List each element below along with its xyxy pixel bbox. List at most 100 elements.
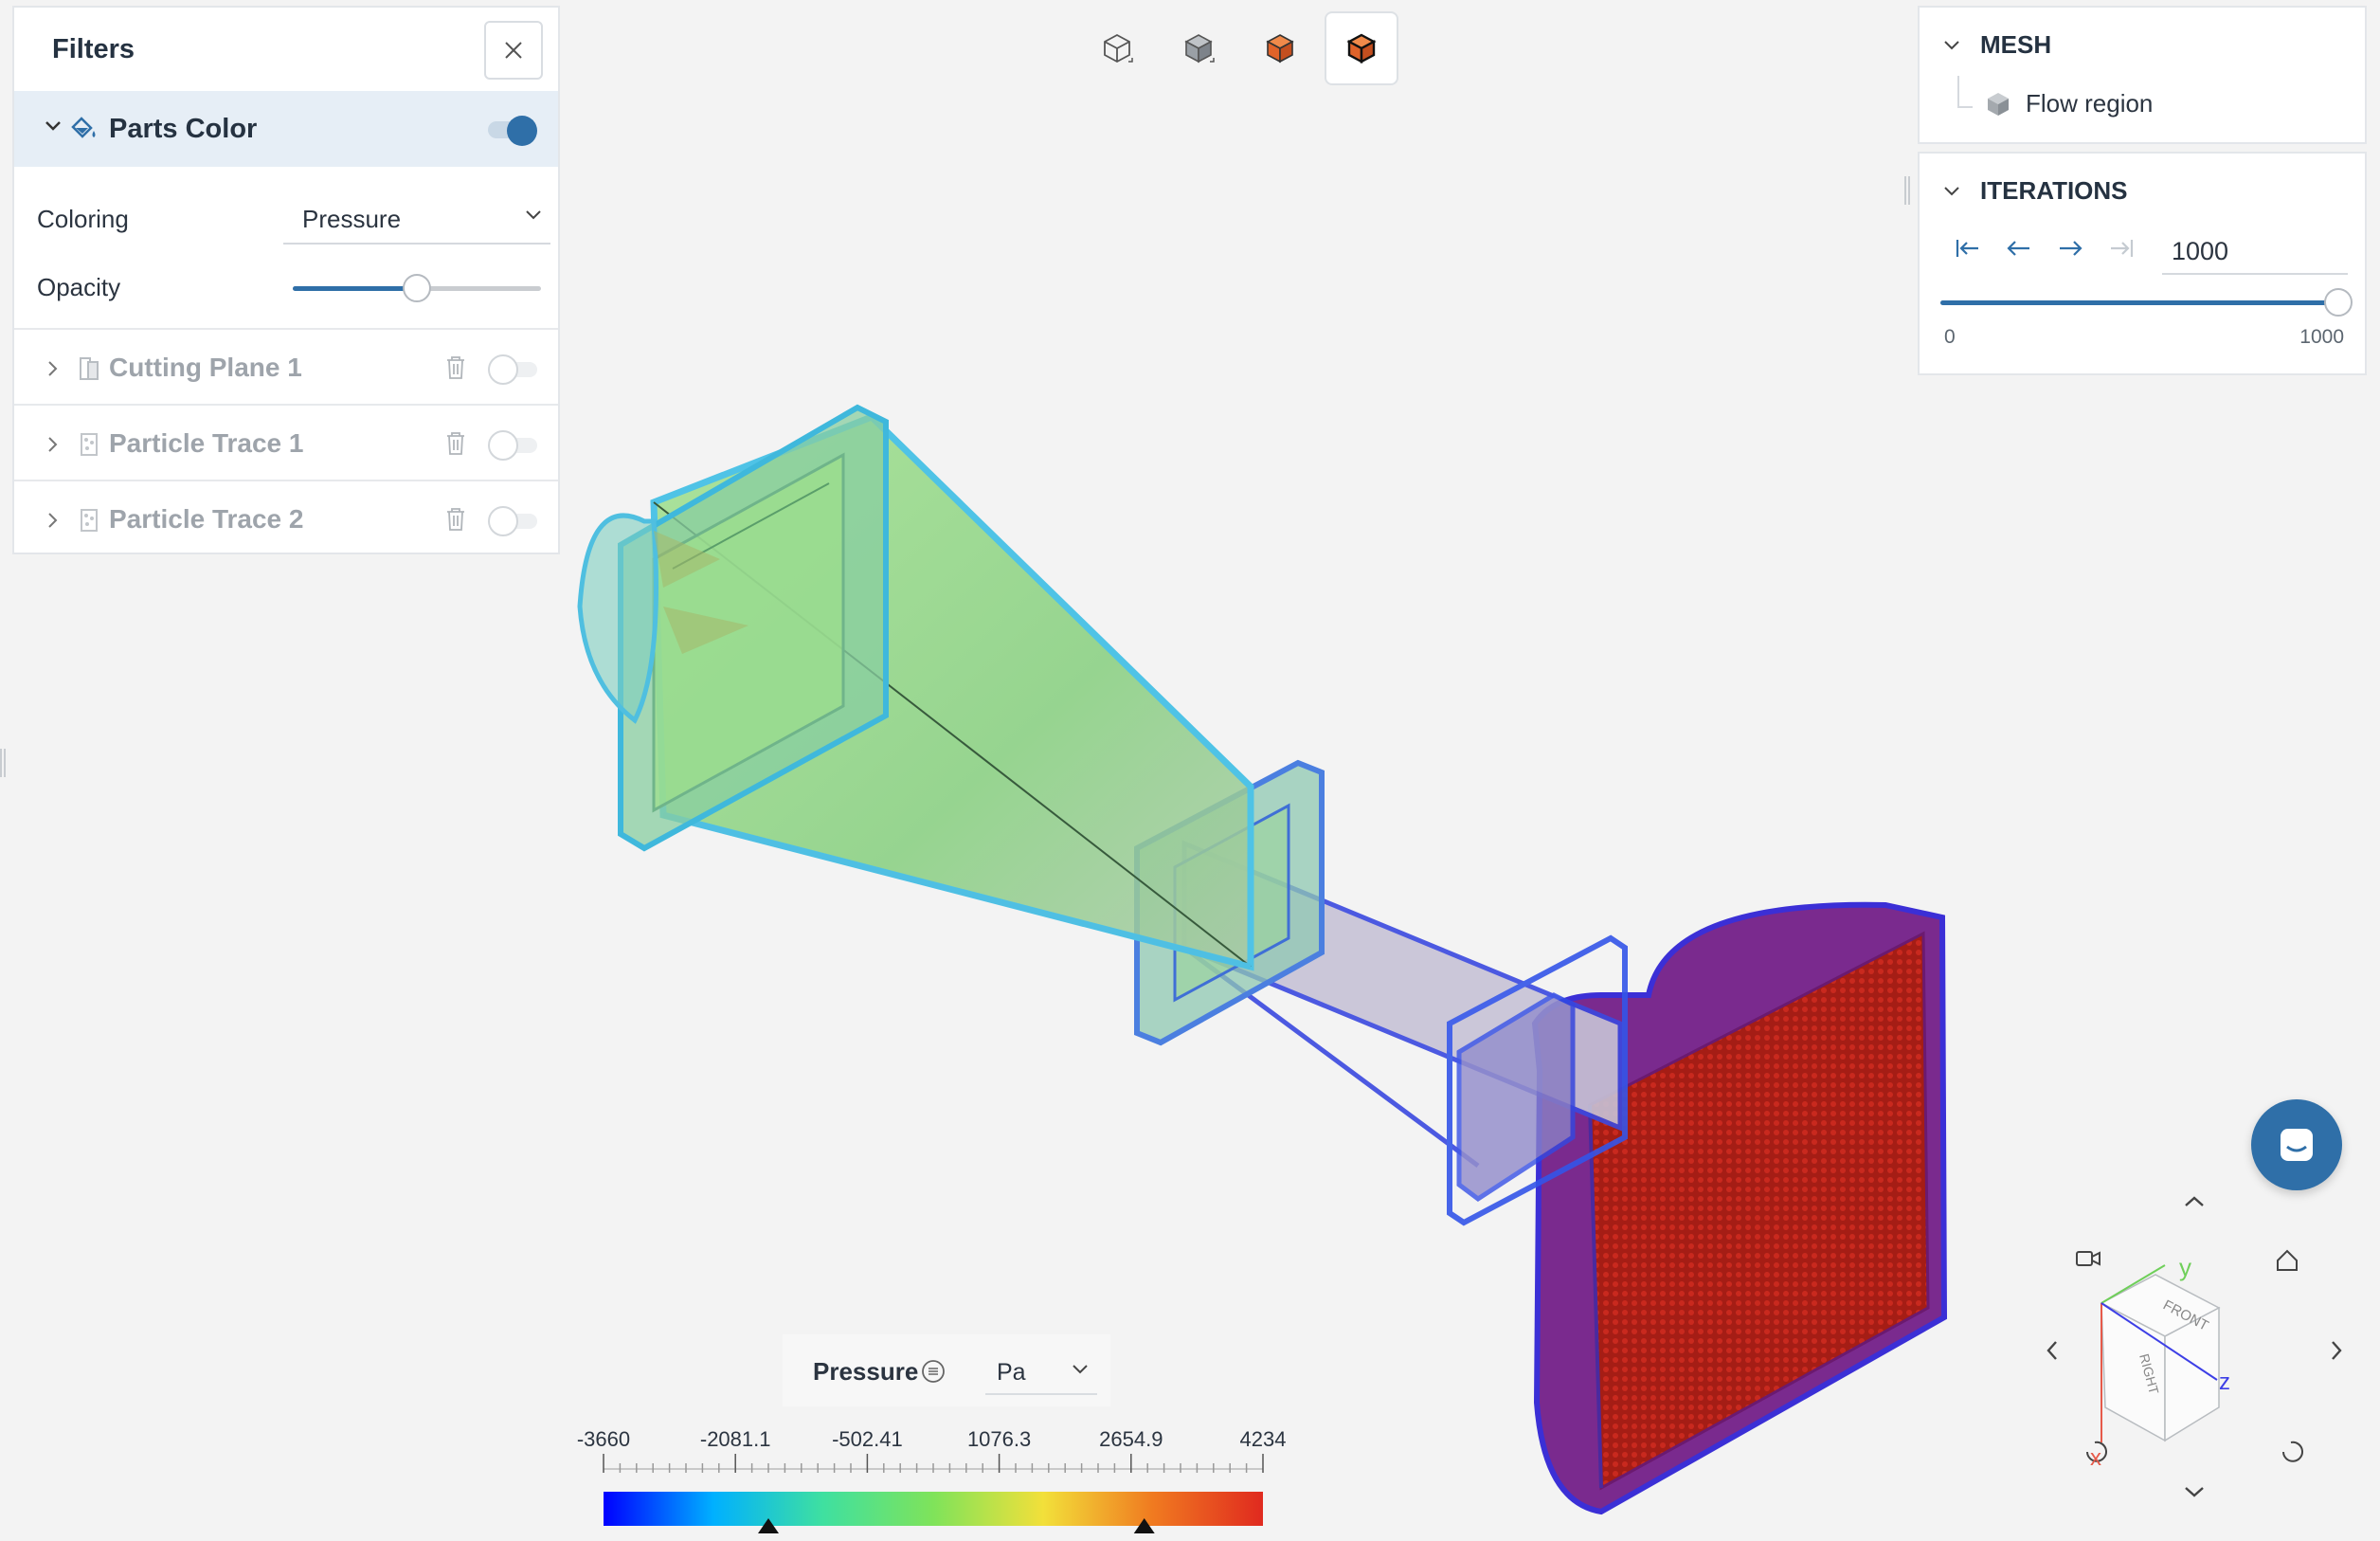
legend-tick-label: -2081.1 (699, 1427, 771, 1451)
opacity-label: Opacity (37, 273, 121, 301)
last-iteration-icon[interactable] (2107, 237, 2136, 260)
iteration-input[interactable]: 1000 (2162, 222, 2348, 275)
orientation-cube[interactable]: FRONT RIGHT y z x (2090, 1253, 2230, 1471)
filter-item-cutting-plane-1[interactable]: Cutting Plane 1 (14, 328, 558, 404)
chat-icon (2281, 1129, 2313, 1161)
left-panel-resize-handle[interactable] (0, 749, 6, 777)
rotate-right-icon[interactable] (2332, 1341, 2342, 1360)
opacity-slider[interactable] (293, 271, 541, 305)
coloring-row: Coloring Pressure (14, 184, 558, 252)
iteration-slider[interactable] (1940, 286, 2353, 320)
chevron-down-icon[interactable] (43, 116, 63, 136)
toggle-knob (488, 430, 518, 461)
legend-gradient-bar (604, 1492, 1263, 1526)
chevron-down-icon[interactable] (1942, 39, 1961, 52)
color-legend: -3660 -2081.1 -502.41 1076.3 2654.9 4234 (568, 1416, 1286, 1533)
legend-tick-label: 4234 (1239, 1427, 1287, 1451)
toggle-knob (488, 506, 518, 536)
tree-connector (1957, 76, 1973, 108)
filter-item-label: Particle Trace 1 (109, 428, 304, 458)
slider-thumb[interactable] (2324, 288, 2353, 317)
parts-color-toggle[interactable] (488, 116, 537, 146)
previous-iteration-icon[interactable] (2005, 237, 2033, 260)
filter-item-label: Particle Trace 2 (109, 504, 304, 534)
mesh-panel: MESH Flow region (1918, 6, 2367, 144)
particle-trace-icon (81, 433, 98, 456)
chevron-right-icon[interactable] (46, 436, 60, 453)
iteration-max-label: 1000 (2299, 326, 2344, 348)
colored-surface-view-button[interactable] (1243, 11, 1317, 85)
parts-color-row[interactable]: Parts Color (14, 91, 558, 167)
mesh-header[interactable]: MESH (1942, 30, 2051, 60)
wireframe-cube-icon (1104, 33, 1133, 63)
trash-icon[interactable] (444, 430, 467, 457)
view-mode-toolbar (1080, 11, 1402, 87)
legend-settings-icon[interactable] (921, 1359, 946, 1384)
view-cube[interactable]: FRONT RIGHT y z x (2037, 1185, 2359, 1507)
close-icon (505, 42, 522, 59)
legend-tick-label: 2654.9 (1099, 1427, 1163, 1451)
colored-edges-view-button[interactable] (1325, 11, 1398, 85)
rotate-left-icon[interactable] (2046, 1341, 2057, 1360)
camera-icon[interactable] (2076, 1251, 2101, 1266)
solid-cube-icon (1184, 34, 1215, 63)
filter-item-label: Cutting Plane 1 (109, 353, 302, 382)
mesh-region-label: Flow region (2026, 89, 2154, 118)
first-iteration-icon[interactable] (1954, 237, 1982, 260)
solid-cube-icon (1988, 92, 2009, 116)
paint-bucket-icon (71, 117, 96, 138)
coloring-select[interactable]: Pressure (283, 184, 550, 245)
y-axis-label: y (2179, 1253, 2191, 1281)
color-scale (603, 1454, 1264, 1533)
iteration-navigation (1954, 233, 2153, 271)
right-panel-resize-handle[interactable] (1904, 176, 1910, 205)
iterations-title: ITERATIONS (1980, 176, 2128, 205)
filter-item-particle-trace-2[interactable]: Particle Trace 2 (14, 480, 558, 555)
simulation-model-viewport[interactable] (531, 360, 1971, 1526)
unit-select[interactable]: Pa (985, 1346, 1097, 1395)
surface-view-button[interactable] (1162, 11, 1235, 85)
rotate-down-icon[interactable] (2185, 1487, 2204, 1497)
rotate-cw-icon[interactable] (2282, 1441, 2303, 1462)
chevron-down-icon (1073, 1365, 1088, 1374)
chevron-right-icon[interactable] (46, 512, 60, 529)
chevron-right-icon[interactable] (46, 360, 60, 377)
slider-fill (1940, 300, 2338, 305)
toggle-knob (488, 354, 518, 385)
parts-color-label: Parts Color (109, 114, 258, 144)
legend-title: Pressure (813, 1357, 919, 1386)
home-icon[interactable] (2277, 1249, 2298, 1271)
legend-tick-label: -502.41 (832, 1427, 903, 1451)
legend-header: Pressure Pa (783, 1334, 1110, 1406)
colored-edges-cube-icon (1346, 33, 1377, 64)
opacity-row: Opacity (14, 252, 558, 320)
coloring-label: Coloring (37, 205, 129, 233)
wireframe-view-button[interactable] (1080, 11, 1154, 85)
close-filters-button[interactable] (484, 21, 543, 80)
trash-icon[interactable] (444, 506, 467, 533)
chevron-down-icon[interactable] (1942, 185, 1961, 198)
chat-button[interactable] (2251, 1099, 2342, 1190)
filters-title: Filters (52, 34, 135, 64)
slider-thumb[interactable] (403, 274, 431, 302)
z-axis-label: z (2219, 1369, 2230, 1395)
chevron-down-icon (526, 210, 541, 220)
particle-trace-icon (81, 509, 98, 532)
legend-tick-label: 1076.3 (966, 1427, 1032, 1451)
filters-panel: Filters Parts Color Coloring Pressure Op… (12, 6, 560, 554)
slider-fill (293, 286, 417, 291)
colored-cube-icon (1266, 34, 1294, 63)
filter-item-particle-trace-1[interactable]: Particle Trace 1 (14, 404, 558, 480)
mesh-region-item[interactable]: Flow region (1984, 89, 2153, 118)
unit-value: Pa (997, 1359, 1026, 1386)
legend-tick-label: -3660 (576, 1427, 631, 1451)
iteration-min-label: 0 (1944, 326, 1956, 348)
x-axis-label: x (2090, 1445, 2101, 1471)
rotate-up-icon[interactable] (2185, 1196, 2204, 1206)
mesh-title: MESH (1980, 30, 2052, 59)
trash-icon[interactable] (444, 354, 467, 381)
toggle-knob (507, 116, 537, 146)
next-iteration-icon[interactable] (2056, 237, 2084, 260)
iterations-header[interactable]: ITERATIONS (1942, 176, 2128, 206)
coloring-value: Pressure (302, 205, 402, 233)
